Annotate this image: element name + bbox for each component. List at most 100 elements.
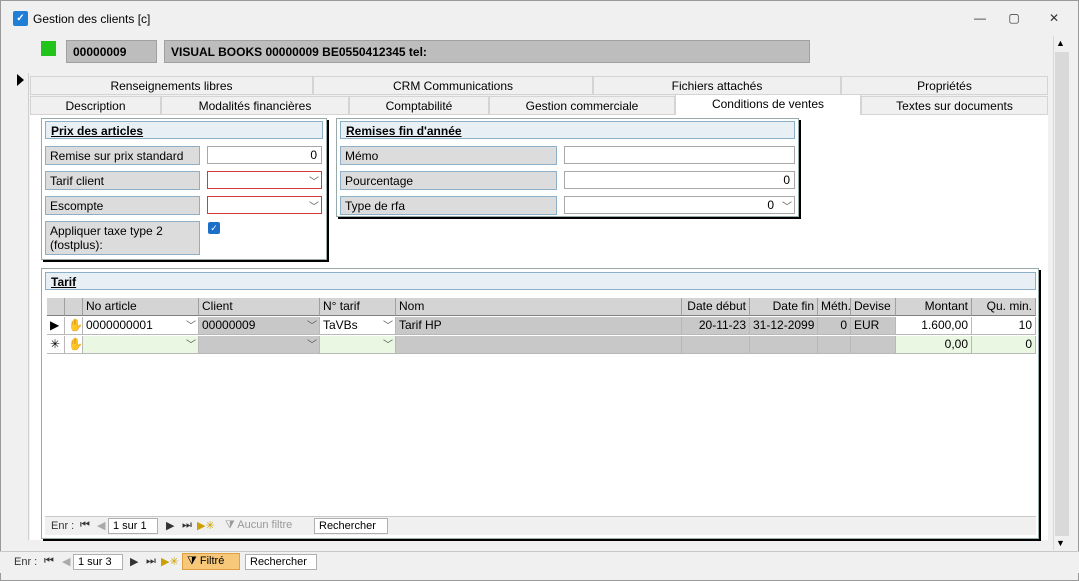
app-icon: ✓: [13, 11, 28, 26]
new-record-icon[interactable]: ▶✳: [197, 519, 215, 532]
record-selector[interactable]: [10, 73, 29, 540]
status-indicator: [41, 41, 56, 56]
client-summary: VISUAL BOOKS 00000009 BE0550412345 tel:: [164, 40, 810, 63]
new-cell-qu-min[interactable]: 0: [972, 336, 1036, 354]
new-cell-no-article[interactable]: ﹀: [83, 336, 199, 354]
tab-proprietes[interactable]: Propriétés: [841, 76, 1048, 95]
cell-date-debut[interactable]: 20-11-23: [682, 317, 750, 335]
first-record-icon[interactable]: ⏮: [80, 519, 90, 532]
cell-nom[interactable]: Tarif HP: [396, 317, 682, 335]
col-montant[interactable]: Montant: [896, 298, 972, 316]
tab-modalites-financieres[interactable]: Modalités financières: [161, 96, 349, 115]
tarif-client-select[interactable]: ﹀: [207, 171, 322, 189]
new-cell-n-tarif[interactable]: ﹀: [320, 336, 396, 354]
col-date-fin[interactable]: Date fin: [750, 298, 818, 316]
memo-field[interactable]: [564, 146, 795, 164]
tab-renseignements-libres[interactable]: Renseignements libres: [30, 76, 313, 95]
filtered-button[interactable]: ⧩ Filtré: [182, 553, 240, 570]
cell-qu-min[interactable]: 10: [972, 317, 1036, 335]
new-cell-date-fin[interactable]: [750, 336, 818, 354]
new-cell-client[interactable]: ﹀: [199, 336, 320, 354]
no-filter-label: Aucun filtre: [237, 519, 293, 531]
row-selector[interactable]: ▶: [47, 317, 65, 335]
tab-conditions-de-ventes[interactable]: Conditions de ventes: [675, 94, 861, 116]
type-rfa-value: 0: [767, 198, 774, 212]
grid-nav-label: Enr :: [51, 520, 75, 532]
type-rfa-label: Type de rfa: [340, 196, 557, 215]
no-filter-button[interactable]: ⧩ Aucun filtre: [225, 519, 292, 532]
tab-crm-communications[interactable]: CRM Communications: [313, 76, 593, 95]
tab-fichiers-attaches[interactable]: Fichiers attachés: [593, 76, 841, 95]
col-client[interactable]: Client: [199, 298, 320, 316]
new-cell-date-debut[interactable]: [682, 336, 750, 354]
scroll-down-icon[interactable]: ▼: [1056, 538, 1065, 548]
tarif-title: Tarif: [45, 272, 1036, 290]
col-devise[interactable]: Devise: [851, 298, 896, 316]
chevron-down-icon: ﹀: [383, 340, 393, 351]
last-record-icon[interactable]: ⏭: [146, 555, 156, 568]
cell-no-article[interactable]: 0000000001 ﹀: [83, 317, 199, 335]
window-title: Gestion des clients [c]: [33, 12, 151, 26]
hand-icon[interactable]: ✋: [65, 317, 83, 335]
new-record-icon: ✳: [50, 337, 61, 351]
tab-description[interactable]: Description: [30, 96, 161, 115]
no-article-value: 0000000001: [86, 318, 153, 332]
form-nav-label: Enr :: [14, 556, 38, 568]
col-qu-min[interactable]: Qu. min.: [972, 298, 1036, 316]
form-search-input[interactable]: Rechercher: [245, 554, 317, 570]
new-cell-nom[interactable]: [396, 336, 682, 354]
chevron-down-icon: ﹀: [383, 321, 393, 332]
type-rfa-select[interactable]: 0 ﹀: [564, 196, 795, 214]
remise-field[interactable]: 0: [207, 146, 322, 164]
next-record-icon[interactable]: ▶: [130, 555, 138, 568]
col-meth[interactable]: Méth.: [818, 298, 851, 316]
minimize-button[interactable]: —: [965, 8, 995, 28]
col-no-article[interactable]: No article: [83, 298, 199, 316]
chevron-down-icon: ﹀: [782, 202, 792, 213]
scroll-thumb[interactable]: [1055, 52, 1069, 536]
hand-icon[interactable]: ✋: [65, 336, 83, 354]
taxe-checkbox[interactable]: ✓: [208, 222, 220, 234]
chevron-down-icon: ﹀: [186, 340, 196, 351]
cell-montant[interactable]: 1.600,00: [896, 317, 972, 335]
next-record-icon[interactable]: ▶: [166, 519, 174, 532]
chevron-down-icon: ﹀: [309, 202, 319, 213]
first-record-icon[interactable]: ⏮: [44, 555, 54, 568]
cell-n-tarif[interactable]: TaVBs ﹀: [320, 317, 396, 335]
chevron-down-icon: ﹀: [186, 321, 196, 332]
chevron-down-icon: ﹀: [309, 177, 319, 188]
new-record-icon[interactable]: ▶✳: [161, 555, 179, 568]
prev-record-icon[interactable]: ◀: [97, 519, 105, 532]
cell-meth[interactable]: 0: [818, 317, 851, 335]
tab-comptabilite[interactable]: Comptabilité: [349, 96, 489, 115]
new-cell-montant[interactable]: 0,00: [896, 336, 972, 354]
form-record-position[interactable]: 1 sur 3: [73, 554, 123, 570]
col-nom[interactable]: Nom: [396, 298, 682, 316]
col-n-tarif[interactable]: N° tarif: [320, 298, 396, 316]
prev-record-icon[interactable]: ◀: [62, 555, 70, 568]
col-date-debut[interactable]: Date début: [682, 298, 750, 316]
tab-gestion-commerciale[interactable]: Gestion commerciale: [489, 96, 675, 115]
filter-icon: ⧩: [187, 555, 197, 567]
pourcentage-label: Pourcentage: [340, 171, 557, 190]
new-cell-devise[interactable]: [851, 336, 896, 354]
new-row-selector[interactable]: ✳: [47, 336, 65, 354]
grid-record-position[interactable]: 1 sur 1: [108, 518, 158, 534]
close-button[interactable]: ✕: [1039, 8, 1069, 28]
rfa-title: Remises fin d'année: [340, 121, 795, 139]
cell-client[interactable]: 00000009 ﹀: [199, 317, 320, 335]
cell-date-fin[interactable]: 31-12-2099: [750, 317, 818, 335]
last-record-icon[interactable]: ⏭: [182, 519, 192, 532]
tarif-client-label: Tarif client: [45, 171, 200, 190]
escompte-label: Escompte: [45, 196, 200, 215]
new-cell-meth[interactable]: [818, 336, 851, 354]
current-record-icon: [17, 74, 24, 86]
current-row-icon: ▶: [50, 318, 60, 332]
pourcentage-field[interactable]: 0: [564, 171, 795, 189]
restore-button[interactable]: ▢: [999, 8, 1029, 28]
grid-search-input[interactable]: Rechercher: [314, 518, 388, 534]
scroll-up-icon[interactable]: ▲: [1056, 38, 1065, 48]
tab-textes-sur-documents[interactable]: Textes sur documents: [861, 96, 1048, 115]
escompte-select[interactable]: ﹀: [207, 196, 322, 214]
cell-devise[interactable]: EUR: [851, 317, 896, 335]
